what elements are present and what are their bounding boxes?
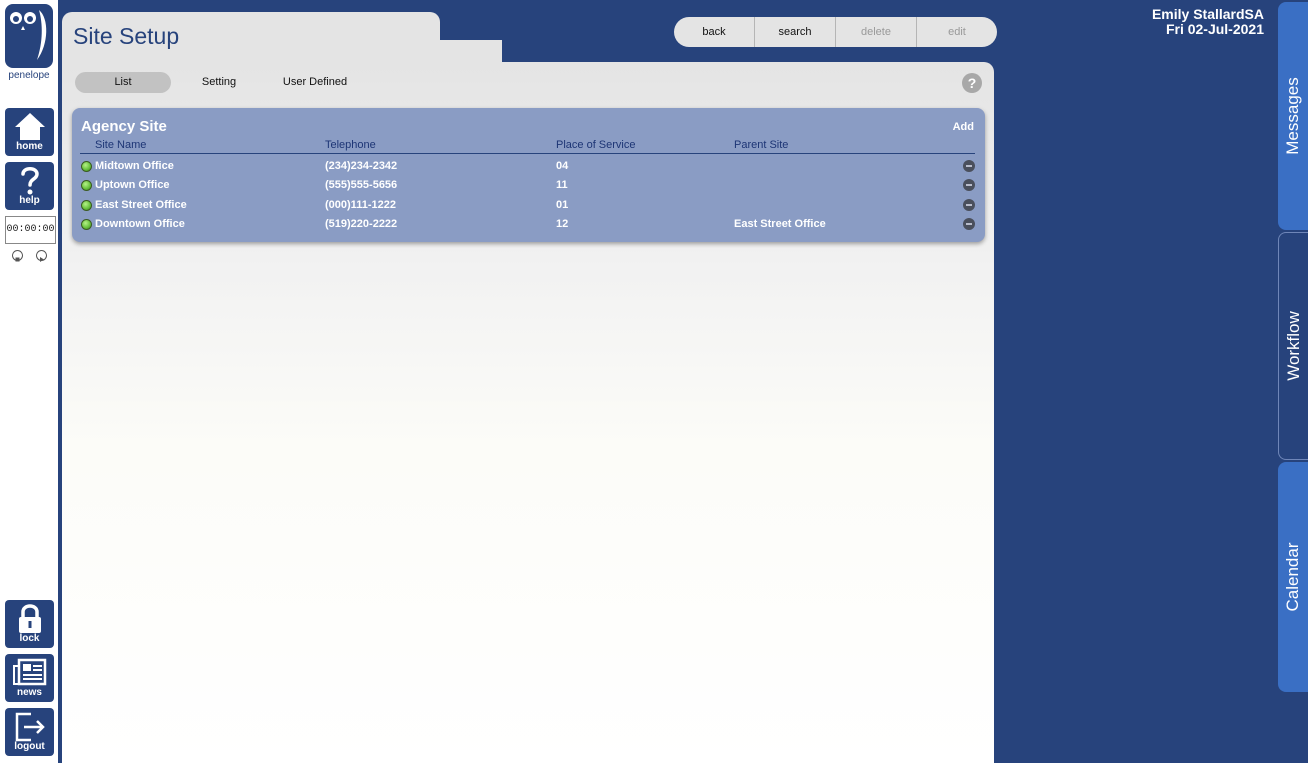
calendar-tab-label: Calendar [1283, 542, 1302, 612]
remove-row-icon[interactable] [963, 199, 975, 211]
column-header-telephone[interactable]: Telephone [325, 139, 376, 151]
page-title: Site Setup [73, 23, 180, 49]
session-timer: 00:00:00 [5, 216, 56, 244]
telephone: (519)220-2222 [325, 218, 398, 230]
timer-play-icon[interactable] [36, 250, 47, 262]
workflow-tab[interactable]: Workflow [1278, 232, 1308, 460]
action-toolbar: back search delete edit [674, 17, 997, 47]
site-name[interactable]: Midtown Office [95, 160, 174, 172]
remove-row-icon[interactable] [963, 179, 975, 191]
timer-stop-icon[interactable] [12, 250, 23, 262]
column-header-site-name[interactable]: Site Name [95, 139, 146, 151]
penelope-logo[interactable]: penelope [5, 4, 53, 84]
telephone: (000)111-1222 [325, 199, 396, 211]
lock-icon [5, 600, 54, 634]
logout-icon [5, 708, 54, 742]
place-of-service: 04 [556, 160, 569, 172]
remove-row-icon[interactable] [963, 160, 975, 172]
question-mark-icon [5, 162, 54, 196]
search-button[interactable]: search [755, 17, 836, 47]
column-header-parent-site[interactable]: Parent Site [734, 139, 788, 151]
place-of-service: 01 [556, 199, 569, 211]
tab-user-defined[interactable]: User Defined [271, 72, 359, 93]
logout-button[interactable]: logout [5, 708, 54, 756]
user-info: Emily StallardSA Fri 02-Jul-2021 [1152, 7, 1264, 37]
active-status-icon [81, 219, 92, 230]
help-label: help [19, 195, 40, 206]
table-row[interactable]: East Street Office (000)111-1222 01 [72, 197, 985, 216]
column-header-place-of-service[interactable]: Place of Service [556, 139, 635, 151]
calendar-tab[interactable]: Calendar [1278, 462, 1308, 692]
site-name[interactable]: Downtown Office [95, 218, 185, 230]
lock-button[interactable]: lock [5, 600, 54, 648]
remove-row-icon[interactable] [963, 218, 975, 230]
owl-logo-icon [5, 4, 53, 68]
parent-site[interactable]: East Street Office [734, 218, 826, 230]
newspaper-icon [5, 654, 54, 688]
place-of-service: 11 [556, 179, 568, 191]
header-divider [80, 153, 975, 154]
workflow-tab-label: Workflow [1283, 311, 1303, 381]
brand-name: penelope [8, 70, 50, 81]
current-date: Fri 02-Jul-2021 [1165, 21, 1264, 37]
table-row[interactable]: Downtown Office (519)220-2222 12 East St… [72, 216, 985, 235]
title-tab: Site Setup [62, 12, 440, 64]
table-row[interactable]: Uptown Office (555)555-5656 11 [72, 177, 985, 196]
help-circle-icon[interactable]: ? [962, 73, 982, 93]
messages-tab-label: Messages [1283, 77, 1302, 155]
home-button[interactable]: home [5, 108, 54, 156]
help-button[interactable]: help [5, 162, 54, 210]
place-of-service: 12 [556, 218, 569, 230]
lock-label: lock [19, 633, 40, 644]
site-name[interactable]: Uptown Office [95, 179, 170, 191]
agency-site-title: Agency Site [81, 118, 167, 135]
home-icon [5, 108, 54, 142]
active-status-icon [81, 200, 92, 211]
tab-list[interactable]: List [75, 72, 171, 93]
add-button[interactable]: Add [953, 121, 974, 133]
delete-button[interactable]: delete [836, 17, 917, 47]
messages-tab[interactable]: Messages [1278, 2, 1308, 230]
edit-button[interactable]: edit [917, 17, 997, 47]
telephone: (555)555-5656 [325, 179, 398, 191]
left-sidebar: penelope home help 00:00:00 lock news lo… [0, 0, 58, 763]
news-button[interactable]: news [5, 654, 54, 702]
user-name: Emily StallardSA [1151, 6, 1264, 22]
active-status-icon [81, 180, 92, 191]
back-button[interactable]: back [674, 17, 755, 47]
panel-corner [440, 44, 460, 62]
agency-site-panel: Agency Site Add Site Name Telephone Plac… [72, 108, 985, 242]
active-status-icon [81, 161, 92, 172]
table-row[interactable]: Midtown Office (234)234-2342 04 [72, 158, 985, 177]
tab-setting[interactable]: Setting [181, 72, 257, 93]
site-name[interactable]: East Street Office [95, 199, 187, 211]
telephone: (234)234-2342 [325, 160, 398, 172]
